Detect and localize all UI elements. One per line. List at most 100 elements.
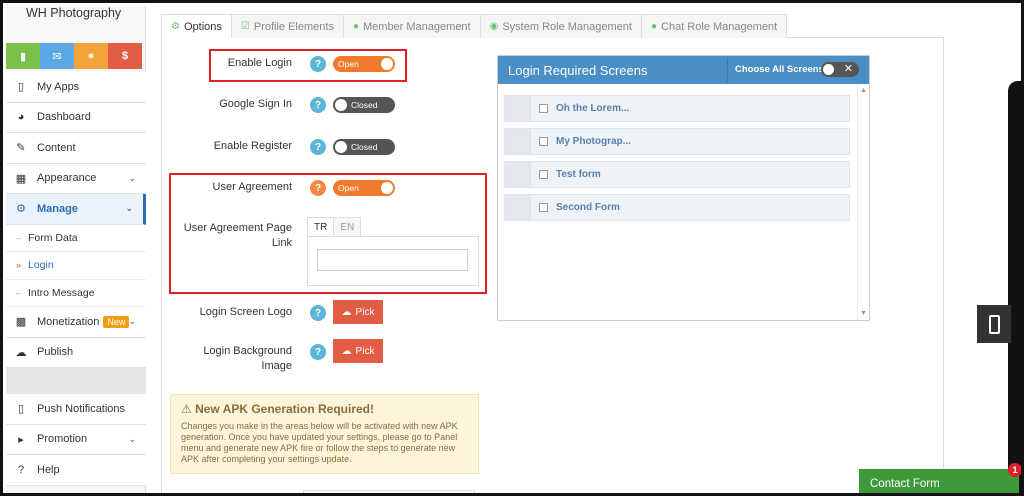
help-icon[interactable]: ? bbox=[310, 97, 326, 113]
user-agreement-toggle[interactable]: Open bbox=[333, 180, 395, 196]
enable-login-toggle[interactable]: Open bbox=[333, 56, 395, 72]
sidebar-item-monetization[interactable]: ▩ Monetization New ⌄ bbox=[6, 307, 146, 338]
sidebar-item-dashboard[interactable]: ◕ Dashboard bbox=[6, 102, 146, 133]
phone-preview-button[interactable] bbox=[977, 305, 1011, 343]
tab-chat-role-management[interactable]: ● Chat Role Management bbox=[640, 14, 788, 38]
sidebar-item-my-apps[interactable]: ▯ My Apps bbox=[6, 72, 146, 103]
drag-handle[interactable] bbox=[505, 162, 531, 187]
pick-background-button[interactable]: ☁ Pick bbox=[333, 339, 383, 363]
users-icon: ● bbox=[352, 21, 359, 32]
chevron-down-icon: ⌄ bbox=[128, 172, 136, 183]
login-required-header: Login Required Screens Choose All Screen… bbox=[498, 56, 869, 84]
check-square-icon: ☑ bbox=[240, 21, 250, 32]
screen-checkbox[interactable] bbox=[539, 170, 548, 179]
screen-checkbox[interactable] bbox=[539, 104, 548, 113]
tab-bar: ⚙ Options ☑ Profile Elements ● Member Ma… bbox=[161, 14, 788, 38]
sidebar-subitem-login[interactable]: » Login bbox=[6, 252, 146, 280]
tab-lang-tr[interactable]: TR bbox=[307, 217, 335, 237]
sidebar-item-promotion[interactable]: ▸ Promotion ⌄ bbox=[6, 424, 146, 455]
megaphone-icon: ▸ bbox=[18, 433, 24, 446]
cloud-icon: ☁ bbox=[341, 306, 352, 318]
google-sign-in-label: Google Sign In bbox=[219, 98, 292, 110]
users-icon[interactable]: ● bbox=[74, 43, 108, 69]
list-item[interactable]: Test form bbox=[504, 161, 850, 188]
upload-icon: ☁ bbox=[15, 346, 27, 359]
drag-handle[interactable] bbox=[505, 129, 531, 154]
chevron-right-icon: » bbox=[16, 260, 22, 271]
language-tabs: TR EN bbox=[307, 217, 362, 237]
sidebar-spacer bbox=[6, 368, 146, 394]
sidebar: WH Photography ▮ ✉ ● $ ▯ My Apps ◕ Dashb… bbox=[6, 6, 146, 493]
eye-icon: ◉ bbox=[489, 21, 499, 32]
enable-register-label: Enable Register bbox=[213, 140, 292, 152]
new-badge: New bbox=[103, 315, 130, 328]
chevron-down-icon: ⌄ bbox=[125, 203, 133, 213]
chevron-down-icon: ⌄ bbox=[128, 316, 136, 326]
user-agreement-label: User Agreement bbox=[212, 181, 292, 193]
user-agreement-link-label: User Agreement Page Link bbox=[183, 222, 292, 249]
login-background-label: Login Background Image bbox=[203, 345, 292, 372]
drag-handle[interactable] bbox=[505, 195, 531, 220]
money-icon: ▩ bbox=[15, 316, 27, 329]
sidebar-item-appearance[interactable]: ▦ Appearance ⌄ bbox=[6, 163, 146, 194]
list-item[interactable]: Oh the Lorem... bbox=[504, 95, 850, 122]
cut-off-row bbox=[303, 490, 475, 493]
chart-icon[interactable]: ▮ bbox=[6, 43, 40, 69]
sidebar-item-publish[interactable]: ☁ Publish bbox=[6, 337, 146, 368]
app-title: WH Photography bbox=[26, 6, 122, 20]
phone-icon: ▯ bbox=[17, 81, 25, 94]
sidebar-subitem-intro-message[interactable]: – Intro Message bbox=[6, 279, 146, 307]
screen-checkbox[interactable] bbox=[539, 137, 548, 146]
dashboard-icon: ◕ bbox=[17, 111, 25, 124]
sidebar-menu: ▯ My Apps ◕ Dashboard ✎ Content ▦ Appear… bbox=[6, 72, 146, 486]
help-icon[interactable]: ? bbox=[310, 305, 326, 321]
list-item[interactable]: My Photograp... bbox=[504, 128, 850, 155]
enable-register-toggle[interactable]: Closed bbox=[333, 139, 395, 155]
help-icon[interactable]: ? bbox=[310, 344, 326, 360]
tab-system-role-management[interactable]: ◉ System Role Management bbox=[479, 14, 642, 38]
help-icon[interactable]: ? bbox=[310, 56, 326, 72]
mail-icon[interactable]: ✉ bbox=[40, 43, 74, 69]
apk-warning: ⚠ New APK Generation Required! Changes y… bbox=[170, 394, 479, 474]
choose-all-label: Choose All Screens bbox=[735, 64, 824, 75]
help-icon[interactable]: ? bbox=[310, 180, 326, 196]
edit-icon: ✎ bbox=[16, 142, 26, 155]
choose-all-toggle[interactable]: ✕ bbox=[821, 62, 859, 77]
pick-logo-button[interactable]: ☁ Pick bbox=[333, 300, 383, 324]
login-required-panel: Login Required Screens Choose All Screen… bbox=[497, 55, 870, 321]
tab-lang-en[interactable]: EN bbox=[333, 217, 362, 237]
list-item[interactable]: Second Form bbox=[504, 194, 850, 221]
notification-badge: 1 bbox=[1008, 463, 1021, 477]
question-icon: ? bbox=[17, 463, 25, 476]
tab-member-management[interactable]: ● Member Management bbox=[342, 14, 481, 38]
login-required-title: Login Required Screens bbox=[508, 62, 648, 78]
gears-icon: ⚙ bbox=[16, 203, 26, 216]
help-icon[interactable]: ? bbox=[310, 139, 326, 155]
app-window: WH Photography ▮ ✉ ● $ ▯ My Apps ◕ Dashb… bbox=[0, 0, 1024, 496]
screen-list: Oh the Lorem... My Photograp... Test for… bbox=[504, 95, 850, 227]
scrollbar[interactable]: ▲ ▼ bbox=[857, 84, 869, 320]
screen-checkbox[interactable] bbox=[539, 203, 548, 212]
tab-profile-elements[interactable]: ☑ Profile Elements bbox=[230, 14, 344, 38]
sidebar-item-content[interactable]: ✎ Content bbox=[6, 133, 146, 164]
close-icon: ✕ bbox=[843, 63, 853, 75]
google-sign-in-toggle[interactable]: Closed bbox=[333, 97, 395, 113]
quick-actions: ▮ ✉ ● $ bbox=[6, 43, 142, 69]
warning-icon: ⚠ bbox=[181, 402, 196, 416]
login-screen-logo-label: Login Screen Logo bbox=[199, 306, 292, 318]
scroll-up-icon[interactable]: ▲ bbox=[860, 87, 867, 94]
drag-handle[interactable] bbox=[505, 96, 531, 121]
contact-form-button[interactable]: Contact Form bbox=[859, 469, 1019, 493]
tab-options[interactable]: ⚙ Options bbox=[161, 14, 232, 38]
device-preview bbox=[1008, 81, 1021, 493]
scroll-down-icon[interactable]: ▼ bbox=[860, 310, 867, 317]
phone-icon bbox=[988, 314, 1000, 334]
chevron-down-icon: ⌄ bbox=[128, 433, 136, 444]
sidebar-item-help[interactable]: ? Help bbox=[6, 455, 146, 486]
gear-icon: ⚙ bbox=[171, 21, 180, 32]
sidebar-subitem-form-data[interactable]: – Form Data bbox=[6, 224, 146, 252]
sidebar-item-manage[interactable]: ⚙ Manage ⌄ bbox=[6, 194, 146, 225]
dollar-icon[interactable]: $ bbox=[108, 43, 142, 69]
sidebar-item-push-notifications[interactable]: ▯ Push Notifications bbox=[6, 394, 146, 425]
user-agreement-link-input[interactable] bbox=[317, 249, 468, 271]
